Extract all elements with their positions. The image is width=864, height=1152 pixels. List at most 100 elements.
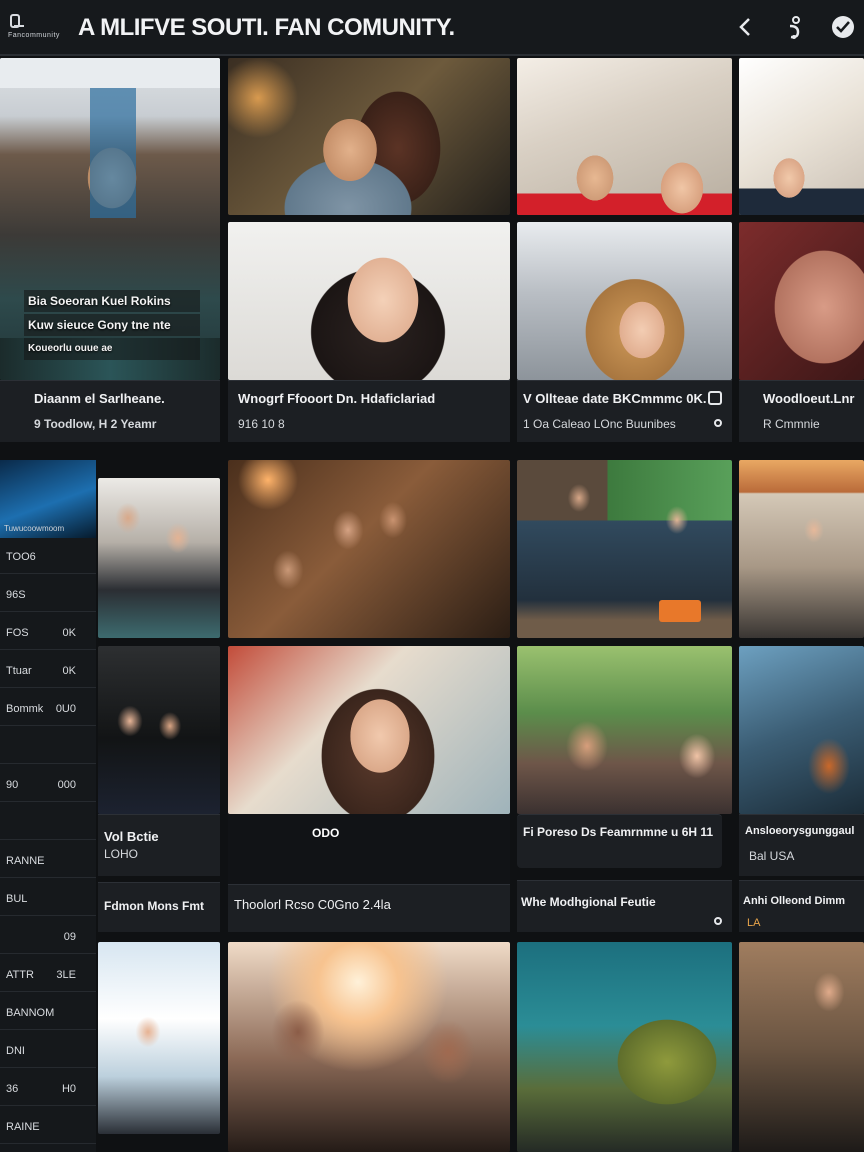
caption-card[interactable]: Fi Poreso Ds Feamrnmne u 6H 11: [517, 814, 722, 868]
sidebar-stat-row[interactable]: TOO6: [0, 540, 96, 574]
caption-title: Vol Bctie: [104, 829, 159, 844]
caption-card[interactable]: Wnogrf Ffooort Dn. Hdaficlariad 916 10 8: [228, 380, 510, 442]
sidebar-stat-row[interactable]: DNI: [0, 1034, 96, 1068]
stat-label: BUL: [6, 893, 28, 905]
couple-photo: [98, 646, 220, 814]
feed-item-hug[interactable]: [228, 58, 510, 215]
top-bar: Fancommunity A MLIFVE SOUTI. FAN COMUNIT…: [0, 0, 864, 56]
caption-subtitle: 1 Oa Caleao LOnc Buunibes: [523, 417, 676, 431]
feed-item-winter[interactable]: [98, 942, 220, 1134]
stat-label: Bommk: [6, 703, 44, 715]
feed-item-sunset[interactable]: [228, 942, 510, 1152]
sidebar-stat-row[interactable]: BANNOM: [0, 996, 96, 1030]
stat-label: 96S: [6, 589, 26, 601]
blonde-photo: [517, 222, 732, 380]
caption-subtitle: Bal USA: [749, 849, 795, 863]
terrace-photo: [739, 460, 864, 638]
app-logo[interactable]: Fancommunity: [8, 12, 70, 42]
feed-item-friends[interactable]: [517, 58, 732, 215]
caption-card[interactable]: Ansloeorysgunggaul Bal USA: [739, 814, 864, 876]
feed-item-closeup[interactable]: [739, 222, 864, 380]
dog-photo: [739, 646, 864, 814]
stat-label: TOO6: [6, 551, 36, 563]
stats-sidebar: Tuwucoowmoom TOO6 96S FOS 0K Ttuar 0K Bommk 0U0…: [0, 460, 96, 1152]
stat-label: 36: [6, 1083, 19, 1095]
caption-card[interactable]: Whe Modhgional Feutie: [517, 880, 732, 932]
sidebar-stat-row[interactable]: [0, 730, 96, 764]
page-title: A MLIFVE SOUTI. FAN COMUNITY.: [78, 14, 455, 41]
feed-item-couple[interactable]: [98, 646, 220, 814]
sidebar-stat-row[interactable]: 36 H0: [0, 1072, 96, 1106]
hug-photo: [228, 58, 510, 215]
sidebar-stat-row[interactable]: 09: [0, 920, 96, 954]
stat-value: 3LE: [56, 969, 76, 981]
caption-card[interactable]: Fdmon Mons Fmt: [98, 882, 220, 932]
location-icon[interactable]: [714, 917, 722, 925]
party-photo: [98, 478, 220, 638]
caption-title: V Ollteae date BKCmmmc 0K.: [523, 391, 707, 406]
feed-item-cafe[interactable]: [739, 58, 864, 215]
store-sign: Bia Soeoran Kuel Rokins Kuw sieuce Gony …: [24, 290, 200, 362]
feed-item-group[interactable]: [228, 460, 510, 638]
store-sign-line: Bia Soeoran Kuel Rokins: [24, 290, 200, 312]
sidebar-stat-row[interactable]: ATTR 3LE: [0, 958, 96, 992]
caption-title: Whe Modhgional Feutie: [521, 895, 656, 909]
caption-card[interactable]: Vol Bctie LOHO: [98, 814, 220, 876]
sidebar-stat-row[interactable]: RANNE: [0, 844, 96, 878]
feed-item-pair[interactable]: [517, 646, 732, 814]
check-icon[interactable]: [828, 12, 858, 42]
stat-label: BANNOM: [6, 1007, 55, 1019]
feed-item-smile[interactable]: [228, 646, 510, 814]
sidebar-stat-row[interactable]: FOS 0K: [0, 616, 96, 650]
caption-card[interactable]: Anhi Olleond Dimm LA: [739, 880, 864, 932]
caption-title: Diaanm el Sarlheane.: [34, 391, 165, 406]
sidebar-stat-row[interactable]: RAINE: [0, 1110, 96, 1144]
stat-label: 90: [6, 779, 19, 791]
caption-title: Thoolorl Rcso C0Gno 2.4la: [234, 897, 391, 912]
stat-label: DNI: [6, 1045, 25, 1057]
stat-value: 000: [57, 779, 76, 791]
share-icon[interactable]: [780, 12, 810, 42]
feed-item-portrait[interactable]: [228, 222, 510, 380]
caption-card[interactable]: V Ollteae date BKCmmmc 0K. 1 Oa Caleao L…: [517, 380, 732, 442]
caption-subtitle: 9 Toodlow, H 2 Yeamr: [34, 417, 157, 431]
caption-card[interactable]: Diaanm el Sarlheane. 9 Toodlow, H 2 Yeam…: [0, 380, 220, 442]
stat-label: RANNE: [6, 855, 45, 867]
scenery-photo: [517, 942, 732, 1152]
pair-photo: [517, 646, 732, 814]
feed-item-terrace[interactable]: [739, 460, 864, 638]
laptop: [659, 600, 701, 622]
bookmark-icon[interactable]: [708, 391, 722, 405]
caption-title: Wnogrf Ffooort Dn. Hdaficlariad: [238, 391, 436, 406]
feed-item-scenery[interactable]: [517, 942, 732, 1152]
location-icon[interactable]: [714, 419, 722, 427]
group-photo: [228, 460, 510, 638]
sidebar-stat-row[interactable]: BUL: [0, 882, 96, 916]
sidebar-stat-row[interactable]: 90 000: [0, 768, 96, 802]
sunset-photo: [228, 942, 510, 1152]
sidebar-stat-row[interactable]: Ttuar 0K: [0, 654, 96, 688]
store-ceiling: [0, 58, 220, 88]
caption-overlay[interactable]: ODO: [228, 814, 510, 884]
feed-item-blonde[interactable]: [517, 222, 732, 380]
restaurant-photo: [739, 942, 864, 1152]
caption-title: Fi Poreso Ds Feamrnmne u 6H 11: [523, 825, 714, 839]
feed-item-party[interactable]: [98, 478, 220, 638]
sidebar-stat-row[interactable]: 96S: [0, 578, 96, 612]
feed-item-restaurant[interactable]: [739, 942, 864, 1152]
feed-item-store[interactable]: Bia Soeoran Kuel Rokins Kuw sieuce Gony …: [0, 58, 220, 380]
closeup-photo: [739, 222, 864, 380]
feed-item-outdoor[interactable]: [517, 460, 732, 638]
caption-card[interactable]: Thoolorl Rcso C0Gno 2.4la: [228, 884, 510, 932]
feed-item-dog[interactable]: [739, 646, 864, 814]
caption-title: Woodloeut.Lnr: [763, 391, 855, 406]
sidebar-stat-row[interactable]: [0, 806, 96, 840]
caption-subtitle: LOHO: [104, 847, 139, 861]
stat-label: Ttuar: [6, 665, 32, 677]
chevron-left-icon[interactable]: [730, 12, 760, 42]
sidebar-header: Tuwucoowmoom: [4, 524, 65, 533]
caption-subtitle: R Cmmnie: [763, 417, 820, 431]
sidebar-stat-row[interactable]: Bommk 0U0: [0, 692, 96, 726]
caption-card[interactable]: Woodloeut.Lnr R Cmmnie: [739, 380, 864, 442]
stat-value: 0K: [62, 627, 76, 639]
